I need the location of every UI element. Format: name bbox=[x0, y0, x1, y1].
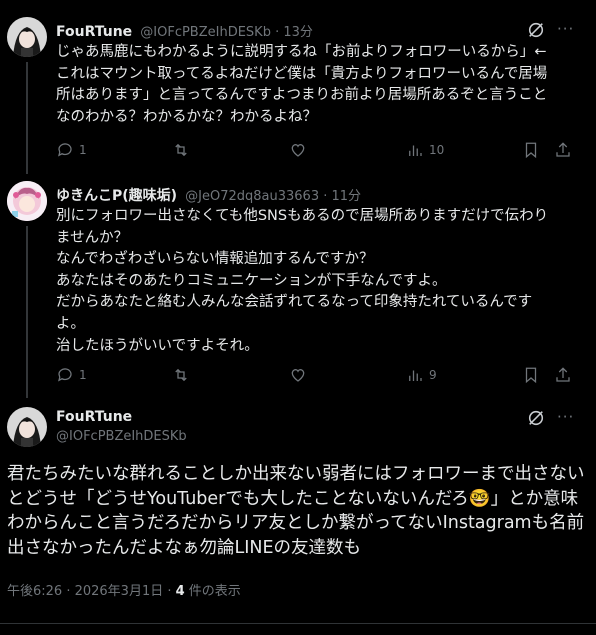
share-button[interactable] bbox=[554, 139, 572, 161]
reply-button[interactable]: 1 bbox=[56, 139, 87, 161]
thread-line bbox=[26, 62, 28, 174]
share-button[interactable] bbox=[554, 364, 572, 386]
reply-count: 1 bbox=[79, 143, 87, 157]
tweet-actions: 1 10 bbox=[56, 139, 586, 161]
avatar[interactable] bbox=[7, 17, 47, 57]
main-tweet-text: 君たちみたいな群れることしか出来ない弱者にはフォロワーまで出さない とどうせ「ど… bbox=[7, 462, 592, 560]
reply-icon bbox=[58, 143, 72, 157]
author-handle[interactable]: @JeO72dq8au33663 bbox=[185, 189, 319, 204]
thread-line bbox=[26, 226, 28, 398]
views-button[interactable]: 10 bbox=[406, 139, 444, 161]
avatar[interactable] bbox=[7, 181, 47, 221]
author-name[interactable]: FouRTune bbox=[56, 409, 132, 425]
tweet-time[interactable]: 13分 bbox=[283, 25, 313, 40]
more-icon[interactable]: ··· bbox=[557, 408, 574, 426]
views-icon bbox=[409, 370, 422, 381]
retweet-button[interactable] bbox=[172, 139, 190, 161]
author-handle[interactable]: @IOFcPBZeIhDESKb bbox=[140, 25, 271, 40]
reply-icon bbox=[58, 368, 72, 382]
views-icon bbox=[409, 145, 422, 156]
views-count: 9 bbox=[429, 368, 437, 382]
nerd-face-emoji: 🤓 bbox=[468, 488, 491, 509]
like-button[interactable] bbox=[289, 139, 307, 161]
avatar[interactable] bbox=[7, 407, 47, 447]
tweet-text: 別にフォロワー出さなくても他SNSもあるので居場所ありますだけで伝わり ませんか… bbox=[56, 208, 549, 354]
bookmark-icon bbox=[525, 367, 537, 384]
tweet-metadata: 午後6:26 · 2026年3月1日 · 4 件の表示 bbox=[7, 580, 241, 599]
share-icon bbox=[556, 142, 570, 157]
retweet-icon bbox=[175, 368, 187, 382]
reply-count: 1 bbox=[79, 368, 87, 382]
tweet-timestamp[interactable]: 午後6:26 · 2026年3月1日 · bbox=[7, 584, 176, 599]
bookmark-button[interactable] bbox=[522, 364, 540, 386]
author-name[interactable]: ゆきんこP(趣味垢) bbox=[56, 188, 177, 204]
tweet-text: じゃあ馬鹿にもわかるように説明するね「お前よりフォロワーいるから」← これはマウ… bbox=[56, 44, 548, 125]
tweet-actions: 1 9 bbox=[56, 364, 586, 386]
like-button[interactable] bbox=[289, 364, 307, 386]
retweet-icon bbox=[175, 143, 187, 157]
author-name[interactable]: FouRTune bbox=[56, 24, 132, 40]
divider bbox=[0, 623, 596, 624]
retweet-button[interactable] bbox=[172, 364, 190, 386]
grok-icon[interactable] bbox=[527, 21, 545, 43]
reply-button[interactable]: 1 bbox=[56, 364, 87, 386]
grok-icon[interactable] bbox=[527, 409, 545, 431]
share-icon bbox=[556, 367, 570, 382]
author-handle[interactable]: @IOFcPBZeIhDESKb bbox=[56, 429, 187, 444]
like-icon bbox=[291, 369, 305, 382]
views-count: 10 bbox=[429, 143, 445, 157]
tweet-time[interactable]: 11分 bbox=[332, 189, 362, 204]
tweet-1[interactable]: FouRTune @IOFcPBZeIhDESKb · 13分 ··· じゃあ馬… bbox=[0, 0, 596, 174]
views-count: 4 bbox=[175, 584, 185, 599]
views-button[interactable]: 9 bbox=[406, 364, 437, 386]
tweet-2[interactable]: ゆきんこP(趣味垢) @JeO72dq8au33663 · 11分 別にフォロワ… bbox=[0, 170, 596, 398]
views-label: 件の表示 bbox=[184, 584, 241, 599]
like-icon bbox=[291, 144, 305, 157]
main-tweet: FouRTune @IOFcPBZeIhDESKb ··· 君たちみたいな群れる… bbox=[0, 396, 596, 635]
more-icon[interactable]: ··· bbox=[557, 20, 574, 38]
bookmark-icon bbox=[525, 142, 537, 159]
bookmark-button[interactable] bbox=[522, 139, 540, 161]
